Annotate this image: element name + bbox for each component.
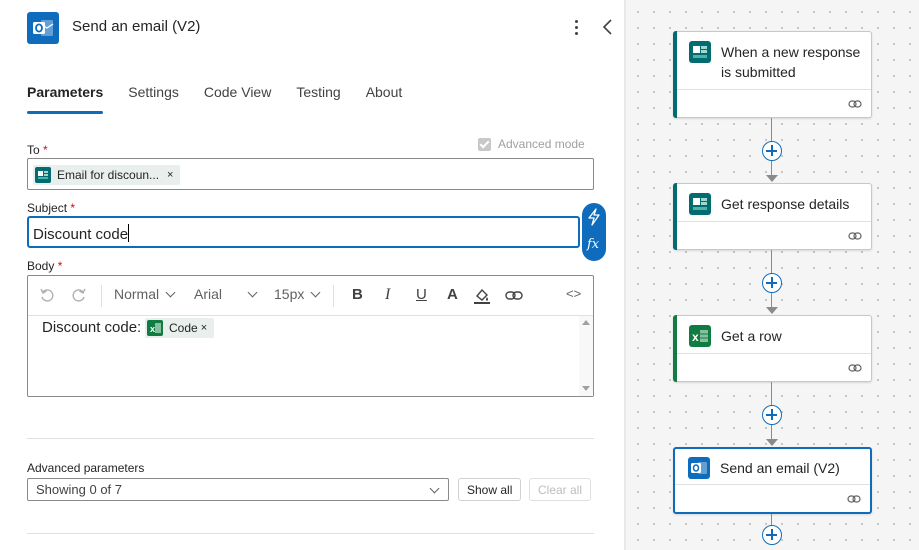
chevron-down-icon bbox=[165, 287, 176, 297]
action-details-panel: Send an email (V2) Parameters Settings C… bbox=[0, 0, 624, 550]
step-title: Get response details bbox=[721, 196, 850, 212]
token-remove-button[interactable]: × bbox=[167, 169, 173, 181]
more-vertical-icon[interactable] bbox=[571, 16, 583, 38]
link-icon[interactable] bbox=[848, 99, 862, 109]
to-token-label: Email for discoun... bbox=[57, 168, 160, 182]
undo-icon[interactable] bbox=[39, 287, 55, 306]
forms-icon bbox=[35, 167, 51, 183]
body-token-code[interactable]: x Code × bbox=[145, 318, 215, 338]
add-step-icon[interactable] bbox=[762, 141, 782, 161]
step-title: Get a row bbox=[721, 328, 782, 344]
scroll-up-icon[interactable] bbox=[582, 320, 590, 325]
add-step-icon[interactable] bbox=[762, 405, 782, 425]
step-title: When a new response is submitted bbox=[721, 44, 861, 80]
svg-text:x: x bbox=[150, 324, 155, 334]
step-footer bbox=[677, 221, 871, 249]
section-divider bbox=[27, 533, 594, 534]
link-icon[interactable] bbox=[847, 494, 861, 504]
tab-about[interactable]: About bbox=[366, 84, 403, 114]
step-title: Send an email (V2) bbox=[720, 460, 840, 476]
bold-icon[interactable]: B bbox=[352, 286, 363, 303]
outlook-icon bbox=[688, 457, 710, 479]
italic-icon[interactable]: I bbox=[385, 286, 390, 304]
connector-arrow bbox=[766, 307, 778, 314]
lightning-icon[interactable] bbox=[586, 208, 602, 226]
body-editor[interactable]: Normal Arial 15px B I U A <> Discount co… bbox=[27, 275, 594, 397]
code-view-icon[interactable]: <> bbox=[566, 286, 581, 301]
add-step-icon[interactable] bbox=[762, 525, 782, 545]
step-footer bbox=[677, 89, 871, 117]
advanced-parameters-label: Advanced parameters bbox=[27, 461, 145, 475]
editor-toolbar: Normal Arial 15px B I U A <> bbox=[28, 276, 593, 316]
clear-all-button[interactable]: Clear all bbox=[529, 478, 592, 501]
font-color-icon[interactable]: A bbox=[447, 286, 458, 303]
body-label: Body * bbox=[27, 259, 63, 273]
editor-scrollbar[interactable] bbox=[579, 316, 593, 396]
to-field[interactable]: Email for discoun... × bbox=[27, 158, 594, 190]
svg-text:x: x bbox=[692, 330, 699, 344]
chevron-down-icon bbox=[310, 287, 321, 297]
section-divider bbox=[27, 438, 594, 439]
text-caret bbox=[128, 224, 130, 242]
to-label: To * bbox=[27, 143, 48, 157]
link-icon[interactable] bbox=[505, 289, 523, 305]
flow-step-trigger[interactable]: When a new response is submitted bbox=[673, 31, 872, 118]
tab-list: Parameters Settings Code View Testing Ab… bbox=[27, 84, 427, 114]
excel-icon: x bbox=[147, 320, 163, 336]
advanced-parameters-select[interactable]: Showing 0 of 7 bbox=[27, 478, 449, 501]
add-step-icon[interactable] bbox=[762, 273, 782, 293]
subject-value: Discount code bbox=[33, 226, 129, 243]
fx-icon[interactable]: fx bbox=[587, 237, 599, 252]
font-family-dropdown[interactable]: Arial bbox=[194, 286, 258, 302]
required-mark: * bbox=[70, 201, 76, 215]
forms-icon bbox=[689, 41, 711, 63]
excel-icon: x bbox=[689, 325, 711, 347]
paragraph-style-dropdown[interactable]: Normal bbox=[114, 286, 176, 302]
checkbox-icon[interactable] bbox=[478, 137, 491, 151]
chevron-left-icon[interactable] bbox=[598, 16, 618, 38]
link-icon[interactable] bbox=[848, 231, 862, 241]
connector-arrow bbox=[766, 439, 778, 446]
to-token[interactable]: Email for discoun... × bbox=[33, 165, 181, 185]
font-size-dropdown[interactable]: 15px bbox=[274, 286, 321, 302]
outlook-icon bbox=[27, 12, 59, 44]
highlight-icon[interactable] bbox=[473, 288, 491, 307]
step-footer bbox=[677, 353, 871, 381]
scroll-down-icon[interactable] bbox=[582, 386, 590, 391]
dynamic-content-buttons: fx bbox=[582, 203, 606, 261]
tab-code-view[interactable]: Code View bbox=[204, 84, 271, 114]
advanced-mode-toggle[interactable]: Advanced mode bbox=[478, 137, 585, 151]
token-remove-button[interactable]: × bbox=[201, 322, 207, 334]
flow-step-send-email[interactable]: Send an email (V2) bbox=[673, 447, 872, 514]
step-footer bbox=[675, 484, 870, 512]
flow-step-get-response-details[interactable]: Get response details bbox=[673, 183, 872, 250]
flow-step-get-a-row[interactable]: x Get a row bbox=[673, 315, 872, 382]
forms-icon bbox=[689, 193, 711, 215]
tab-parameters[interactable]: Parameters bbox=[27, 84, 104, 114]
link-icon[interactable] bbox=[848, 363, 862, 373]
chevron-down-icon bbox=[429, 483, 440, 494]
chevron-down-icon bbox=[247, 287, 258, 297]
advanced-mode-label: Advanced mode bbox=[498, 137, 585, 151]
body-token-label: Code bbox=[169, 321, 198, 335]
subject-label: Subject * bbox=[27, 201, 76, 215]
underline-icon[interactable]: U bbox=[416, 286, 427, 303]
body-content[interactable]: Discount code: bbox=[42, 319, 141, 336]
body-text-value: Discount code: bbox=[42, 319, 142, 336]
subject-input[interactable]: Discount code bbox=[27, 216, 580, 248]
show-all-button[interactable]: Show all bbox=[458, 478, 522, 501]
required-mark: * bbox=[43, 143, 48, 157]
tab-testing[interactable]: Testing bbox=[296, 84, 340, 114]
panel-title: Send an email (V2) bbox=[72, 18, 201, 35]
tab-settings[interactable]: Settings bbox=[128, 84, 179, 114]
redo-icon[interactable] bbox=[71, 287, 87, 306]
required-mark: * bbox=[57, 259, 63, 273]
connector-arrow bbox=[766, 175, 778, 182]
